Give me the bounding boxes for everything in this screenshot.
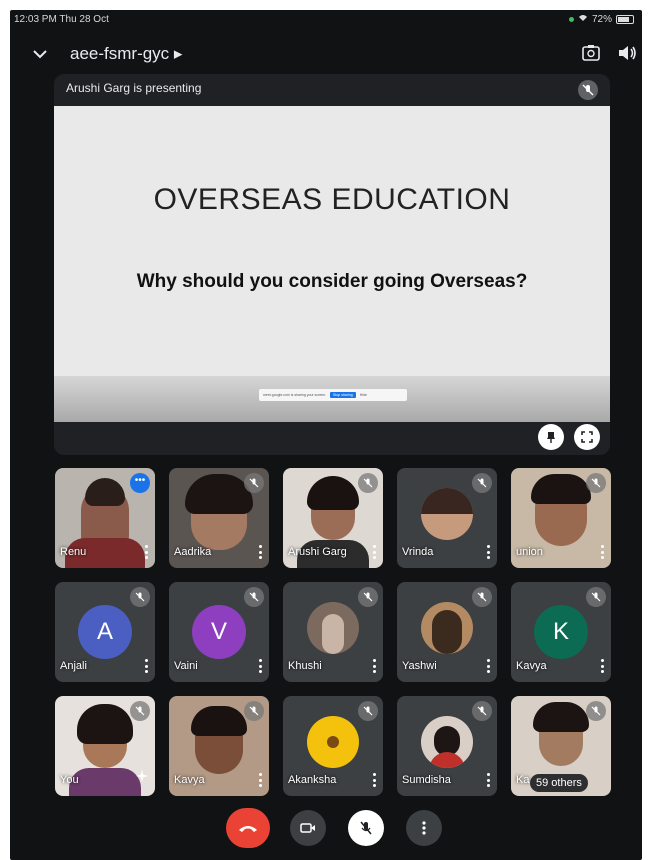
mic-off-icon — [130, 701, 150, 721]
tile-menu-icon[interactable] — [373, 659, 377, 673]
tile-menu-icon[interactable] — [373, 773, 377, 787]
status-indicators: 72% — [568, 14, 634, 25]
mic-off-icon — [586, 701, 606, 721]
tile-menu-icon[interactable] — [373, 545, 377, 559]
avatar: A — [78, 605, 132, 659]
participant-tile[interactable]: ••• Renu — [55, 468, 155, 568]
status-time: 12:03 PM Thu 28 Oct — [14, 14, 109, 25]
avatar — [421, 602, 473, 654]
presentation-tile[interactable]: Arushi Garg is presenting OVERSEAS EDUCA… — [54, 74, 610, 455]
participant-name: Yashwi — [402, 660, 437, 672]
share-message: meet.google.com is sharing your screen. — [263, 393, 327, 397]
tile-menu-icon[interactable] — [145, 659, 149, 673]
participant-name: Arushi Garg — [288, 546, 347, 558]
presenter-label: Arushi Garg is presenting — [66, 81, 202, 95]
participant-name: Vrinda — [402, 546, 434, 558]
mic-off-icon — [244, 473, 264, 493]
sunflower-avatar — [307, 716, 359, 768]
participant-name: union — [516, 546, 543, 558]
tile-menu-icon[interactable] — [259, 659, 263, 673]
participant-tile[interactable]: Akanksha — [283, 696, 383, 796]
meeting-code[interactable]: aee-fsmr-gyc ▸ — [70, 44, 182, 64]
avatar — [421, 716, 473, 768]
avatar — [421, 488, 473, 540]
participant-name: Ka — [516, 774, 530, 786]
mic-off-icon — [244, 701, 264, 721]
mic-off-icon — [586, 587, 606, 607]
effects-sparkle-icon[interactable] — [135, 769, 149, 788]
self-view-tile[interactable]: You — [55, 696, 155, 796]
mic-off-icon — [472, 473, 492, 493]
mic-off-icon — [472, 587, 492, 607]
shared-slide: OVERSEAS EDUCATION Why should you consid… — [54, 106, 610, 422]
mic-off-icon — [358, 587, 378, 607]
status-bar: 12:03 PM Thu 28 Oct 72% — [10, 10, 642, 30]
participant-name: You — [60, 774, 79, 786]
tile-menu-icon[interactable] — [601, 659, 605, 673]
participant-tile[interactable]: Vrinda — [397, 468, 497, 568]
tile-menu-icon[interactable] — [259, 545, 263, 559]
participant-name: Aadrika — [174, 546, 212, 558]
tile-menu-icon[interactable] — [487, 659, 491, 673]
participant-tile[interactable]: Kavya — [169, 696, 269, 796]
mic-off-icon — [358, 701, 378, 721]
pin-icon[interactable] — [538, 424, 564, 450]
participant-name: Akanksha — [288, 774, 337, 786]
meeting-header: aee-fsmr-gyc ▸ — [10, 34, 642, 74]
battery-icon — [616, 15, 634, 24]
mic-off-icon — [244, 587, 264, 607]
mic-toggle-button[interactable] — [348, 810, 384, 846]
participant-name: Vaini — [174, 660, 198, 672]
tile-menu-icon[interactable] — [259, 773, 263, 787]
participant-name: Sumdisha — [402, 774, 451, 786]
speaker-icon[interactable] — [616, 42, 638, 64]
mic-off-icon — [578, 80, 598, 105]
end-call-button[interactable] — [226, 808, 270, 848]
participant-tile[interactable]: Yashwi — [397, 582, 497, 682]
participant-name: Khushi — [288, 660, 322, 672]
avatar: K — [534, 605, 588, 659]
slide-subtitle: Why should you consider going Overseas? — [136, 271, 528, 292]
more-options-button[interactable] — [406, 810, 442, 846]
mic-off-icon — [358, 473, 378, 493]
battery-percent: 72% — [591, 14, 612, 25]
tile-menu-icon[interactable] — [145, 545, 149, 559]
screen-share-bar: meet.google.com is sharing your screen. … — [259, 389, 407, 401]
fullscreen-icon[interactable] — [574, 424, 600, 450]
call-controls — [10, 808, 642, 852]
mic-off-icon — [472, 701, 492, 721]
mic-off-icon — [130, 587, 150, 607]
meet-app: 12:03 PM Thu 28 Oct 72% aee-fsmr-gyc ▸ A… — [10, 10, 642, 860]
participant-name: Anjali — [60, 660, 87, 672]
wifi-icon — [578, 14, 588, 25]
participant-tile[interactable]: Sumdisha — [397, 696, 497, 796]
participant-tile[interactable]: union — [511, 468, 611, 568]
collapse-chevron-icon[interactable] — [30, 44, 50, 64]
participant-tile[interactable]: Khushi — [283, 582, 383, 682]
participant-tile[interactable]: Arushi Garg — [283, 468, 383, 568]
participant-tile[interactable]: K Kavya — [511, 582, 611, 682]
participant-tile[interactable]: V Vaini — [169, 582, 269, 682]
avatar — [307, 602, 359, 654]
avatar: V — [192, 605, 246, 659]
slide-title: OVERSEAS EDUCATION — [153, 183, 511, 216]
camera-toggle-button[interactable] — [290, 810, 326, 846]
participant-tile[interactable]: A Anjali — [55, 582, 155, 682]
hide-button[interactable]: Hide — [360, 393, 367, 397]
more-options-icon[interactable]: ••• — [130, 473, 150, 493]
participant-name: Renu — [60, 546, 87, 558]
tile-menu-icon[interactable] — [487, 545, 491, 559]
participant-name: Kavya — [516, 660, 547, 672]
tile-menu-icon[interactable] — [487, 773, 491, 787]
mic-off-icon — [586, 473, 606, 493]
tile-menu-icon[interactable] — [601, 545, 605, 559]
stop-sharing-button[interactable]: Stop sharing — [330, 392, 356, 398]
camera-in-use-icon — [568, 17, 574, 22]
others-count-badge[interactable]: 59 others — [530, 774, 588, 792]
participant-name: Kavya — [174, 774, 205, 786]
switch-camera-icon[interactable] — [580, 42, 602, 64]
participant-tile[interactable]: Aadrika — [169, 468, 269, 568]
